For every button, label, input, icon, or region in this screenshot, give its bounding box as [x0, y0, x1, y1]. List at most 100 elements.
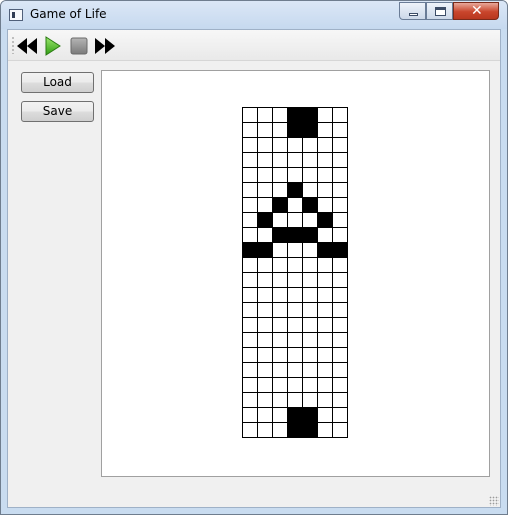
dead-cell[interactable]	[287, 317, 303, 333]
live-cell[interactable]	[242, 242, 258, 258]
live-cell[interactable]	[287, 107, 303, 123]
dead-cell[interactable]	[317, 152, 333, 168]
live-cell[interactable]	[287, 122, 303, 138]
dead-cell[interactable]	[257, 167, 273, 183]
dead-cell[interactable]	[287, 212, 303, 228]
dead-cell[interactable]	[332, 227, 348, 243]
dead-cell[interactable]	[317, 272, 333, 288]
dead-cell[interactable]	[287, 152, 303, 168]
live-cell[interactable]	[272, 227, 288, 243]
dead-cell[interactable]	[287, 137, 303, 153]
dead-cell[interactable]	[317, 302, 333, 318]
dead-cell[interactable]	[332, 347, 348, 363]
resize-grip[interactable]	[489, 496, 499, 506]
dead-cell[interactable]	[257, 362, 273, 378]
dead-cell[interactable]	[272, 287, 288, 303]
dead-cell[interactable]	[302, 362, 318, 378]
dead-cell[interactable]	[332, 197, 348, 213]
play-button[interactable]	[41, 35, 63, 57]
live-cell[interactable]	[257, 242, 273, 258]
dead-cell[interactable]	[242, 152, 258, 168]
dead-cell[interactable]	[287, 272, 303, 288]
dead-cell[interactable]	[272, 137, 288, 153]
toolbar-grip[interactable]	[12, 36, 14, 54]
dead-cell[interactable]	[272, 107, 288, 123]
dead-cell[interactable]	[302, 212, 318, 228]
maximize-button[interactable]	[426, 2, 453, 20]
dead-cell[interactable]	[287, 257, 303, 273]
dead-cell[interactable]	[302, 257, 318, 273]
dead-cell[interactable]	[242, 212, 258, 228]
dead-cell[interactable]	[287, 287, 303, 303]
dead-cell[interactable]	[272, 392, 288, 408]
live-cell[interactable]	[287, 422, 303, 438]
dead-cell[interactable]	[302, 332, 318, 348]
dead-cell[interactable]	[272, 407, 288, 423]
dead-cell[interactable]	[317, 182, 333, 198]
dead-cell[interactable]	[242, 272, 258, 288]
dead-cell[interactable]	[257, 122, 273, 138]
dead-cell[interactable]	[317, 347, 333, 363]
dead-cell[interactable]	[257, 152, 273, 168]
dead-cell[interactable]	[272, 422, 288, 438]
dead-cell[interactable]	[317, 407, 333, 423]
save-button[interactable]: Save	[21, 101, 94, 122]
dead-cell[interactable]	[257, 197, 273, 213]
dead-cell[interactable]	[332, 302, 348, 318]
dead-cell[interactable]	[272, 257, 288, 273]
dead-cell[interactable]	[302, 137, 318, 153]
load-button[interactable]: Load	[21, 72, 94, 93]
dead-cell[interactable]	[242, 107, 258, 123]
dead-cell[interactable]	[272, 152, 288, 168]
dead-cell[interactable]	[332, 257, 348, 273]
dead-cell[interactable]	[317, 392, 333, 408]
dead-cell[interactable]	[302, 287, 318, 303]
dead-cell[interactable]	[272, 122, 288, 138]
dead-cell[interactable]	[242, 287, 258, 303]
life-grid[interactable]	[102, 71, 489, 476]
dead-cell[interactable]	[272, 317, 288, 333]
dead-cell[interactable]	[242, 332, 258, 348]
dead-cell[interactable]	[272, 332, 288, 348]
dead-cell[interactable]	[302, 347, 318, 363]
dead-cell[interactable]	[257, 347, 273, 363]
dead-cell[interactable]	[317, 377, 333, 393]
dead-cell[interactable]	[317, 287, 333, 303]
dead-cell[interactable]	[317, 122, 333, 138]
dead-cell[interactable]	[287, 392, 303, 408]
dead-cell[interactable]	[242, 302, 258, 318]
dead-cell[interactable]	[287, 197, 303, 213]
dead-cell[interactable]	[257, 137, 273, 153]
dead-cell[interactable]	[302, 272, 318, 288]
board-canvas[interactable]	[101, 70, 490, 477]
dead-cell[interactable]	[242, 227, 258, 243]
dead-cell[interactable]	[257, 377, 273, 393]
live-cell[interactable]	[302, 407, 318, 423]
dead-cell[interactable]	[272, 212, 288, 228]
dead-cell[interactable]	[242, 137, 258, 153]
dead-cell[interactable]	[272, 272, 288, 288]
dead-cell[interactable]	[332, 122, 348, 138]
dead-cell[interactable]	[242, 197, 258, 213]
minimize-button[interactable]	[399, 2, 426, 20]
dead-cell[interactable]	[287, 167, 303, 183]
dead-cell[interactable]	[257, 227, 273, 243]
dead-cell[interactable]	[257, 407, 273, 423]
live-cell[interactable]	[302, 122, 318, 138]
dead-cell[interactable]	[257, 392, 273, 408]
dead-cell[interactable]	[257, 422, 273, 438]
dead-cell[interactable]	[242, 407, 258, 423]
dead-cell[interactable]	[317, 107, 333, 123]
dead-cell[interactable]	[332, 362, 348, 378]
dead-cell[interactable]	[332, 377, 348, 393]
live-cell[interactable]	[287, 182, 303, 198]
dead-cell[interactable]	[302, 317, 318, 333]
dead-cell[interactable]	[332, 137, 348, 153]
live-cell[interactable]	[317, 212, 333, 228]
dead-cell[interactable]	[317, 137, 333, 153]
close-button[interactable]: ✕	[453, 2, 499, 20]
dead-cell[interactable]	[257, 272, 273, 288]
dead-cell[interactable]	[272, 302, 288, 318]
dead-cell[interactable]	[317, 362, 333, 378]
live-cell[interactable]	[302, 107, 318, 123]
